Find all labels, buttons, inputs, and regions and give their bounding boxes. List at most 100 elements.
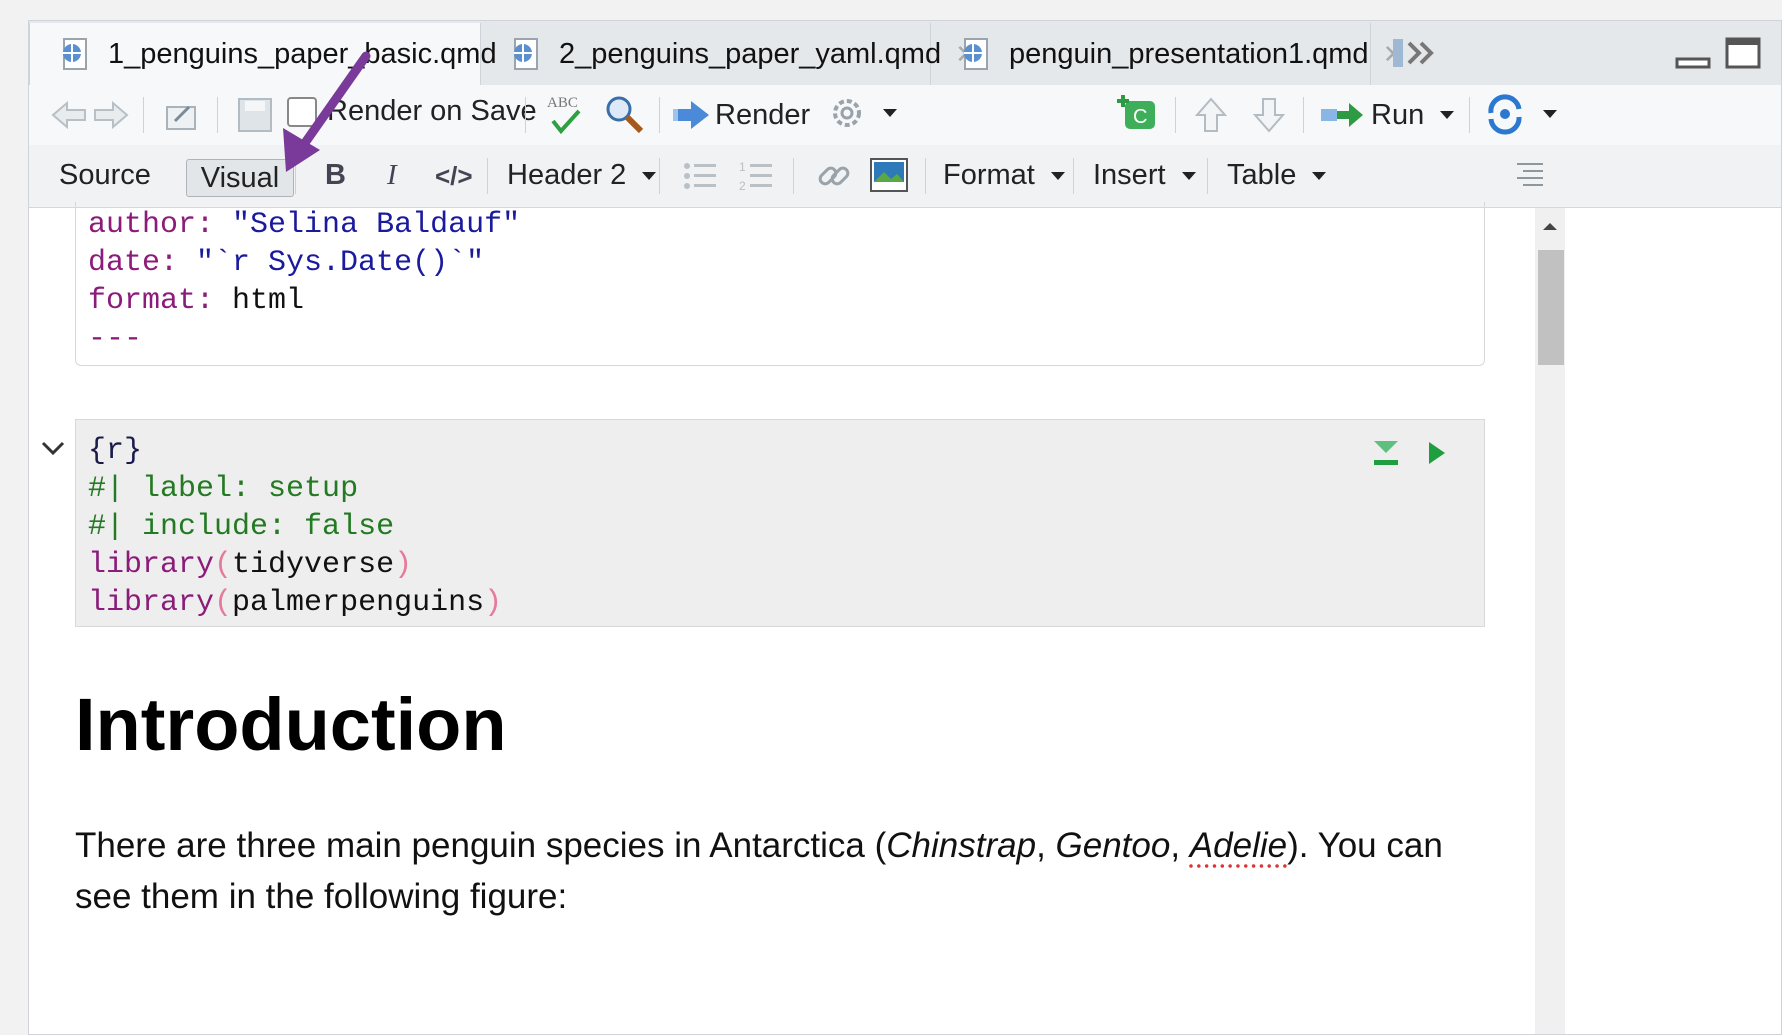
run-chunk-button[interactable] <box>1423 438 1449 473</box>
format-menu[interactable]: Format <box>943 159 1065 192</box>
show-in-window-button[interactable] <box>161 95 201 135</box>
editor-pane: 1_penguins_paper_basic.qmd ✕ 2_penguins_… <box>28 20 1782 1035</box>
forward-arrow-icon <box>94 100 129 130</box>
run-button[interactable]: Run <box>1319 95 1455 135</box>
species-chinstrap: Chinstrap <box>886 826 1037 865</box>
collapse-chunk-button[interactable] <box>39 434 67 467</box>
insert-image-button[interactable] <box>869 157 909 193</box>
chevron-down-icon <box>1312 171 1327 180</box>
render-arrow-icon <box>673 101 709 129</box>
forward-button[interactable] <box>91 95 131 135</box>
scrollbar-thumb[interactable] <box>1538 250 1564 365</box>
scroll-up-icon <box>1543 223 1557 230</box>
search-icon <box>606 96 644 134</box>
go-to-next-button[interactable] <box>1249 95 1289 135</box>
spellcheck-button[interactable]: ABC <box>545 91 589 137</box>
tab-2-penguins-paper-yaml[interactable]: 2_penguins_paper_yaml.qmd ✕ <box>481 23 977 85</box>
visual-editor-content[interactable]: author: "Selina Baldauf" date: "`r Sys.D… <box>29 202 1535 1034</box>
svg-text:1: 1 <box>739 160 746 174</box>
header-style-label: Header 2 <box>507 159 627 191</box>
arrow-down-icon <box>1252 98 1286 133</box>
tab-label: penguin_presentation1.qmd <box>1009 37 1369 70</box>
italic-icon: I <box>387 159 397 191</box>
package-name: tidyverse <box>232 548 395 582</box>
tab-1-penguins-paper-basic[interactable]: 1_penguins_paper_basic.qmd ✕ <box>29 23 532 85</box>
minimize-icon[interactable] <box>1675 35 1711 71</box>
insert-menu-label: Insert <box>1093 159 1166 191</box>
more-tabs-button[interactable] <box>1391 33 1441 73</box>
svg-text:2: 2 <box>739 179 746 193</box>
render-on-save-checkbox[interactable] <box>287 96 317 127</box>
back-button[interactable] <box>49 95 89 135</box>
source-label: Source <box>59 159 151 191</box>
format-menu-label: Format <box>943 159 1035 191</box>
insert-menu[interactable]: Insert <box>1093 159 1196 192</box>
rerun-icon <box>1488 94 1522 135</box>
render-on-save-label: Render on Save <box>327 95 537 127</box>
italic-button[interactable]: I <box>387 159 397 192</box>
tab-bar: 1_penguins_paper_basic.qmd ✕ 2_penguins_… <box>29 21 1781 86</box>
heading-introduction: Introduction <box>75 683 507 766</box>
screen: 1_penguins_paper_basic.qmd ✕ 2_penguins_… <box>0 0 1782 1035</box>
para-text: , <box>1170 826 1190 865</box>
insert-chunk-button[interactable]: C <box>1113 91 1159 135</box>
package-name: palmerpenguins <box>232 586 485 620</box>
table-menu[interactable]: Table <box>1227 159 1327 192</box>
bullet-list-button[interactable] <box>683 159 717 193</box>
source-mode-button[interactable]: Source <box>59 159 151 192</box>
chevron-down-icon <box>1050 171 1065 180</box>
go-to-previous-button[interactable] <box>1191 95 1231 135</box>
yaml-key: author: <box>88 208 215 242</box>
quarto-file-icon <box>959 36 995 72</box>
back-arrow-icon <box>51 100 86 130</box>
outline-button[interactable] <box>1513 159 1545 189</box>
run-previous-chunks-button[interactable] <box>1371 438 1401 473</box>
outline-icon <box>1517 163 1543 186</box>
chevron-down-icon <box>1543 110 1557 118</box>
svg-text:ABC: ABC <box>547 95 578 111</box>
tab-penguin-presentation1[interactable]: penguin_presentation1.qmd ✕ <box>931 23 1404 85</box>
rerun-button[interactable] <box>1483 93 1557 135</box>
arrow-up-icon <box>1194 97 1228 132</box>
function-name: library <box>88 586 215 620</box>
chevron-down-icon <box>41 441 65 456</box>
add-chunk-icon: C <box>1117 95 1155 129</box>
render-label: Render <box>715 98 811 131</box>
run-arrow-icon <box>1321 103 1363 127</box>
play-icon <box>1429 442 1445 464</box>
find-replace-button[interactable] <box>603 93 645 135</box>
spellcheck-icon: ABC <box>547 95 581 135</box>
numbered-list-button[interactable]: 12 <box>739 159 773 193</box>
insert-link-button[interactable] <box>815 157 853 195</box>
vertical-scrollbar[interactable] <box>1535 208 1565 1034</box>
yaml-key: date: <box>88 246 179 280</box>
visual-mode-button[interactable]: Visual <box>186 159 294 197</box>
species-gentoo: Gentoo <box>1055 826 1171 865</box>
window-controls <box>1675 35 1761 71</box>
code-button[interactable]: </> <box>435 161 473 192</box>
yaml-value: "`r Sys.Date()`" <box>196 246 485 280</box>
code-chunk[interactable]: {r} #| label: setup #| include: false li… <box>75 419 1485 627</box>
bold-icon: B <box>325 159 346 191</box>
render-options-button[interactable] <box>827 93 897 133</box>
chunk-option-prefix: #| <box>88 510 125 544</box>
chunk-option: include: false <box>142 510 395 544</box>
para-text: There are three main penguin species in … <box>75 826 887 865</box>
run-label: Run <box>1371 98 1425 131</box>
tab-label: 2_penguins_paper_yaml.qmd <box>559 37 942 70</box>
chevron-down-icon <box>883 109 897 117</box>
maximize-icon[interactable] <box>1725 35 1761 71</box>
header-style-select[interactable]: Header 2 <box>507 159 657 192</box>
link-icon <box>818 166 850 186</box>
chevron-down-icon <box>1181 171 1196 180</box>
run-above-icon <box>1374 441 1398 465</box>
yaml-delimiter: --- <box>88 322 143 356</box>
bullet-list-icon <box>684 163 716 189</box>
yaml-header-block[interactable]: author: "Selina Baldauf" date: "`r Sys.D… <box>75 202 1485 366</box>
visual-label: Visual <box>200 161 280 194</box>
tab-label: 1_penguins_paper_basic.qmd <box>108 37 497 70</box>
render-button[interactable]: Render <box>671 95 810 135</box>
render-on-save-toggle[interactable]: Render on Save <box>287 95 537 128</box>
bold-button[interactable]: B <box>325 159 346 192</box>
save-button[interactable] <box>235 95 275 135</box>
